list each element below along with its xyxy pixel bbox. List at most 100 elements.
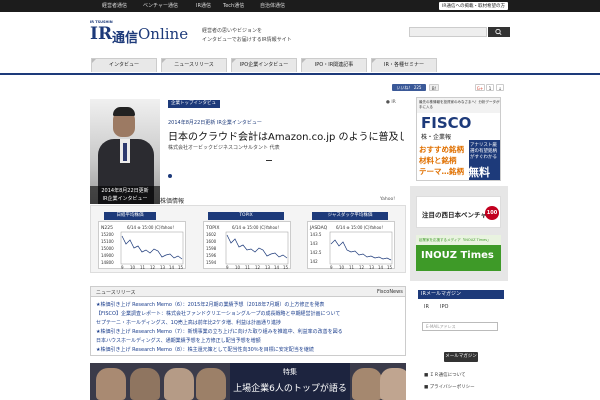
request-button[interactable]: IR通信への掲載・取材希望の方 — [439, 2, 508, 10]
inouz-tiny-text: 起業家を応援するメディア「INOUZ Times」 — [419, 238, 491, 242]
svg-text:9: 9 — [226, 265, 229, 270]
chart-nikkei-time: 6/14 ⊕ 15:00 (C)Yahoo! — [127, 225, 174, 230]
special-title-1: 特集 — [283, 368, 297, 376]
svg-text:15: 15 — [387, 265, 393, 270]
svg-text:14: 14 — [378, 265, 384, 270]
news-item[interactable]: 日本ハウスホールディングス、通期業績予想を上方修正し配当予想を増額 — [96, 337, 401, 344]
top-link-ir[interactable]: IR通信 — [196, 2, 211, 9]
svg-text:1600: 1600 — [206, 239, 217, 244]
register-button[interactable]: メールマガジン登録 — [444, 352, 478, 369]
svg-text:10: 10 — [339, 265, 345, 270]
chart-topix-time: 6/14 ⊕ 15:00 (C)Yahoo! — [232, 225, 279, 230]
svg-text:142: 142 — [310, 259, 318, 264]
chart-nikkei-line — [121, 235, 183, 260]
fisco-free: 無料 — [468, 166, 490, 179]
search-input[interactable] — [409, 27, 487, 37]
nav-news-release[interactable]: ニュースリリース — [161, 58, 227, 72]
news-header: ニュースリリース FiscoNews — [91, 287, 405, 297]
profile-caption: 2014年8月22日更新 IR企業インタビュー — [90, 186, 160, 204]
nav-ir-seminar[interactable]: IR・各種セミナー — [371, 58, 437, 72]
chart-nikkei-code: N225 — [101, 225, 113, 231]
feature-headline[interactable]: 日本のクラウド会計はAmazon.co.jp のように普及していくと考えています — [168, 128, 404, 143]
search-button[interactable] — [488, 27, 510, 37]
nav-underline — [0, 73, 600, 75]
news-item[interactable]: ★株価引き上げ Research Memo（7）：新規事業の立ち上げに向けた取り… — [96, 328, 401, 335]
svg-text:9: 9 — [330, 265, 333, 270]
top-link-keieisha[interactable]: 経営者通信 — [102, 2, 127, 9]
svg-text:13: 13 — [369, 265, 375, 270]
svg-text:15: 15 — [283, 265, 289, 270]
top-link-tech[interactable]: Tech通信 — [223, 2, 244, 9]
chart-topix[interactable]: TOPIX 6/14 ⊕ 15:00 (C)Yahoo! 1602 1600 1… — [203, 221, 291, 270]
chart-jasdaq-code: JASDAQ — [309, 225, 328, 231]
nav-interview[interactable]: インタビュー — [91, 58, 157, 72]
ir-tab-ipo[interactable]: IPO — [440, 304, 448, 310]
top-link-venture[interactable]: ベンチャー通信 — [143, 2, 178, 9]
nav-ipo-ir-articles[interactable]: IPO・IR関連記事 — [301, 58, 367, 72]
nav-ipo-interview[interactable]: IPO企業インタビュー — [231, 58, 297, 72]
ir-about-link[interactable]: ■ ＩＲ通信について — [424, 372, 466, 378]
hatena-button[interactable]: B! — [429, 84, 439, 91]
svg-text:11: 11 — [245, 265, 251, 270]
svg-text:12: 12 — [150, 265, 156, 270]
fisco-ad-top: 最先の株情報を投資家のみなさまへ！分析データが手に入る — [417, 98, 500, 113]
chart-jasdaq[interactable]: JASDAQ 6/14 ⊕ 15:00 (C)Yahoo! 143.5 143 … — [307, 221, 395, 270]
fisco-sub: 株・企業報 — [421, 134, 452, 141]
nishinihon-venture-ad[interactable]: 注目の西日本ベンチャー 100 — [416, 196, 501, 228]
tagline-line-2: インタビューでお届けするIR情報サイト — [202, 37, 292, 43]
ir-privacy-link[interactable]: ■ プライバシーポリシー — [424, 384, 475, 390]
special-feature-banner[interactable]: 特集 上場企業6人のトップが語る — [90, 363, 406, 400]
news-item[interactable]: ★株価引き上げ Research Memo（8）：株主還元策として配当性向30％… — [96, 346, 401, 353]
email-field[interactable]: E-MAILアドレス — [422, 322, 498, 331]
ir-tab-ir[interactable]: IR — [424, 304, 429, 310]
fisco-analyst: アナリスト厳選の有望銘柄がすぐわかる — [470, 143, 497, 160]
news-item[interactable]: セプテーニ・ホールディングス、1Q売上高は前年比2ケタ増、利益は計画通り進捗 — [96, 319, 401, 326]
svg-text:13: 13 — [265, 265, 271, 270]
news-title: ニュースリリース — [96, 290, 136, 296]
svg-text:15: 15 — [178, 265, 184, 270]
inouz-top: 起業家を応援するメディア「INOUZ Times」 — [416, 235, 501, 245]
fisco-line-2: 材料と銘柄 — [419, 156, 457, 165]
exec-photo — [380, 368, 406, 400]
svg-text:1598: 1598 — [206, 246, 217, 251]
chart-topix-yticks: 1602 1600 1598 1596 1594 — [206, 232, 217, 265]
svg-text:14: 14 — [274, 265, 280, 270]
feature-profile-photo[interactable]: 2014年8月22日更新 IR企業インタビュー — [90, 99, 160, 204]
feature-subhead: 株式会社オービックビジネスコンサルタント 代表 — [168, 145, 280, 151]
chart-jasdaq-line — [330, 239, 392, 261]
feature-category-badge: 企業トップインタビュー — [168, 100, 220, 114]
svg-text:12: 12 — [359, 265, 365, 270]
svg-text:143.5: 143.5 — [310, 232, 322, 237]
feature-date-link[interactable]: IR企業インタビュー — [217, 120, 262, 126]
tagline: 経営者の思いやビジョンを インタビューでお届けするIR情報サイト — [202, 27, 292, 45]
svg-text:1596: 1596 — [206, 253, 217, 258]
top-link-jichitai[interactable]: 自治体通信 — [260, 2, 285, 9]
news-source: FiscoNews — [377, 289, 403, 295]
chart-nikkei[interactable]: N225 6/14 ⊕ 15:00 (C)Yahoo! 15200 15100 … — [98, 221, 186, 270]
feature-date: 2014年8月22日更新 IR企業インタビュー — [168, 120, 262, 126]
slider-dot[interactable] — [168, 174, 172, 178]
news-item[interactable]: 【FISCO】企業調査レポート：株式会社ファンドクリエーショングループの成長戦略… — [96, 310, 401, 317]
logo-tsushin: 通信 — [112, 31, 139, 46]
stock-source: Yahoo! — [380, 197, 396, 202]
exec-photo — [164, 368, 194, 400]
svg-text:13: 13 — [160, 265, 166, 270]
tagline-line-1: 経営者の思いやビジョンを — [202, 28, 263, 34]
logo-online: Online — [138, 25, 189, 43]
site-logo[interactable]: IR TSUSHIN IR 通信 Online — [90, 20, 190, 46]
fisco-line-1: おすすめ銘柄 — [419, 145, 464, 154]
news-item[interactable]: ★株価引き上げ Research Memo（6）：2015年2月期の業績予想（2… — [96, 301, 401, 308]
inouz-times-ad[interactable]: 起業家を応援するメディア「INOUZ Times」 INOUZ Times — [416, 235, 501, 271]
chart-jasdaq-time: 6/14 ⊕ 15:00 (C)Yahoo! — [336, 225, 383, 230]
gplus-button[interactable]: G+ — [475, 84, 485, 91]
svg-text:11: 11 — [349, 265, 355, 270]
facebook-like-button[interactable]: いいね！ 225 — [392, 84, 426, 91]
nishinihon-number-badge: 100 — [485, 206, 499, 220]
chart-topix-line — [226, 234, 288, 259]
chart-nikkei-yticks: 15200 15100 15000 14900 14800 — [101, 232, 114, 265]
svg-text:12: 12 — [255, 265, 261, 270]
share-count[interactable]: ↓ — [496, 84, 504, 91]
fisco-ad[interactable]: 最先の株情報を投資家のみなさまへ！分析データが手に入る FISCO 株・企業報 … — [416, 97, 501, 181]
fisco-logo: FISCO — [421, 114, 472, 132]
stock-section-title: 株価情報 — [160, 198, 185, 205]
